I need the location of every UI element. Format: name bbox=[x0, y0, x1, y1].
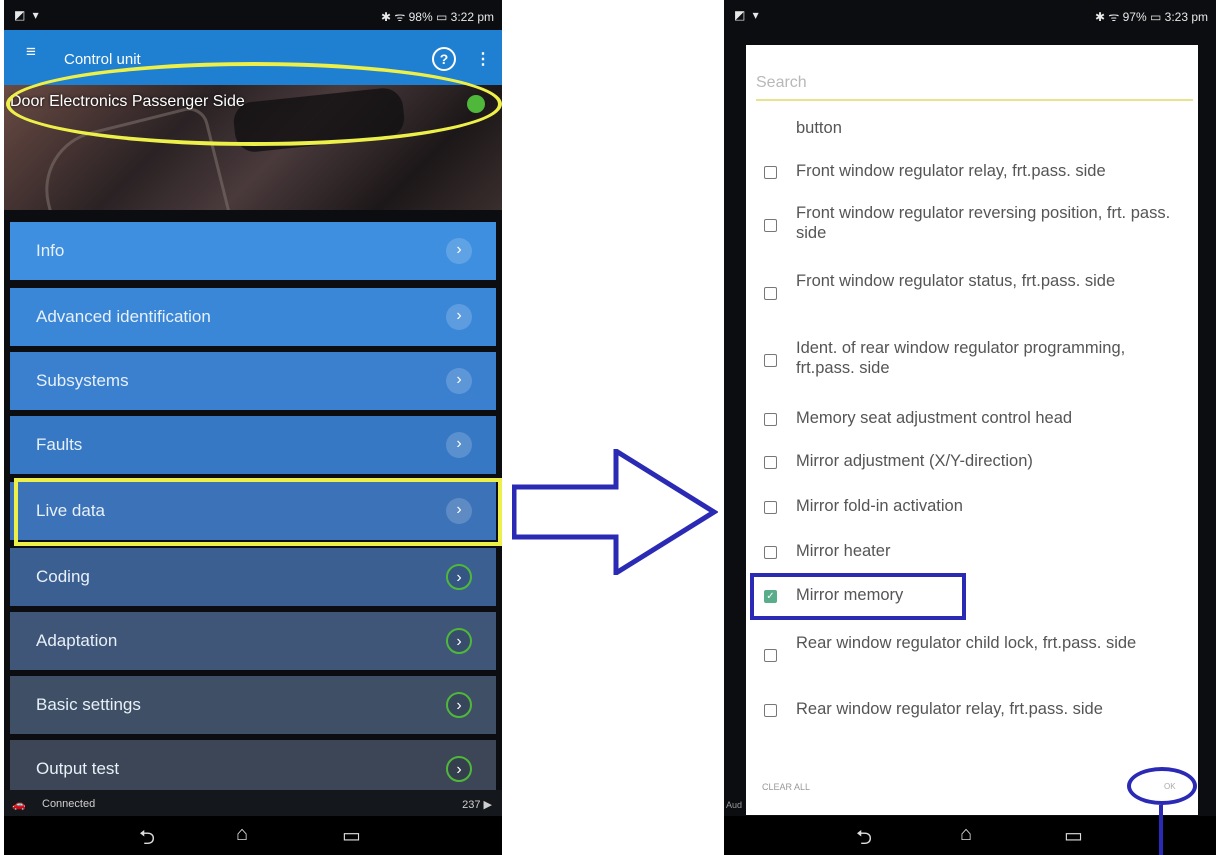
connection-footer: 🚗 Connected 237 ▶ bbox=[4, 790, 502, 816]
menu-item-faults[interactable]: Faults › bbox=[10, 416, 496, 474]
chevron-right-icon: › bbox=[446, 564, 472, 590]
list-item-label: Rear window regulator relay, frt.pass. s… bbox=[796, 700, 1103, 718]
menu-item-subsystems[interactable]: Subsystems › bbox=[10, 352, 496, 410]
menu-item-label: Coding bbox=[36, 567, 90, 586]
frame-counter: 237 ▶ bbox=[462, 799, 492, 811]
checkbox[interactable] bbox=[764, 649, 777, 662]
android-nav-bar: ⮌ ⌂ ▭ bbox=[724, 816, 1216, 855]
clear-all-button[interactable]: CLEAR ALL bbox=[762, 782, 810, 792]
more-options-icon[interactable]: ⋮ bbox=[475, 49, 491, 69]
menu-item-label: Subsystems bbox=[36, 371, 129, 390]
checkbox[interactable] bbox=[764, 287, 777, 300]
app-title: Control unit bbox=[64, 51, 141, 68]
checkbox[interactable] bbox=[764, 354, 777, 367]
chevron-right-icon: › bbox=[446, 692, 472, 718]
checkbox[interactable] bbox=[764, 166, 777, 179]
live-data-highlight-annotation bbox=[14, 478, 502, 546]
status-right: ✱ ᯤ 98% ▭ 3:22 pm bbox=[380, 10, 494, 24]
recent-apps-icon[interactable]: ▭ bbox=[342, 823, 361, 848]
chevron-right-icon: › bbox=[446, 238, 472, 264]
menu-item-label: Advanced identification bbox=[36, 307, 211, 326]
chevron-right-icon: › bbox=[446, 628, 472, 654]
android-nav-bar: ⮌ ⌂ ▭ bbox=[4, 816, 502, 855]
checkbox[interactable] bbox=[764, 501, 777, 514]
checkbox[interactable] bbox=[764, 456, 777, 469]
live-data-selection-dialog: Search button Front window regulator rel… bbox=[746, 45, 1198, 815]
home-icon[interactable]: ⌂ bbox=[960, 823, 972, 846]
menu-item-label: Faults bbox=[36, 435, 83, 454]
annotation-pointer-line bbox=[1159, 805, 1163, 855]
chevron-right-icon: › bbox=[446, 432, 472, 458]
list-item-label: Rear window regulator child lock, frt.pa… bbox=[796, 634, 1137, 652]
mirror-memory-highlight-annotation bbox=[750, 573, 966, 620]
list-item-label: Front window regulator reversing positio… bbox=[796, 204, 1171, 242]
checkbox[interactable] bbox=[764, 546, 777, 559]
menu-item-adaptation[interactable]: Adaptation › bbox=[10, 612, 496, 670]
recent-apps-icon[interactable]: ▭ bbox=[1064, 823, 1083, 848]
left-phone-screen: ◩ ▾ ✱ ᯤ 98% ▭ 3:22 pm ≡ Control unit ? ⋮… bbox=[4, 0, 502, 855]
list-item-label: Front window regulator relay, frt.pass. … bbox=[796, 162, 1106, 180]
menu-item-label: Output test bbox=[36, 759, 120, 778]
help-icon[interactable]: ? bbox=[432, 47, 456, 71]
menu-item-label: Adaptation bbox=[36, 631, 118, 650]
connection-status: Connected bbox=[42, 798, 96, 810]
chevron-right-icon: › bbox=[446, 304, 472, 330]
menu-item-label: Info bbox=[36, 241, 65, 260]
notification-icons: ◩ ▾ bbox=[734, 8, 761, 22]
list-item-label: button bbox=[796, 119, 842, 137]
status-right: ✱ ᯤ 97% ▭ 3:23 pm bbox=[1094, 10, 1208, 24]
checkbox[interactable] bbox=[764, 413, 777, 426]
list-item-label: Ident. of rear window regulator programm… bbox=[796, 339, 1126, 377]
right-phone-screen: ◩ ▾ ✱ ᯤ 97% ▭ 3:23 pm Search button Fron… bbox=[724, 0, 1216, 855]
back-icon[interactable]: ⮌ bbox=[856, 823, 872, 855]
list-item-label: Mirror adjustment (X/Y-direction) bbox=[796, 452, 1033, 470]
menu-item-label: Basic settings bbox=[36, 695, 141, 714]
list-item-label: Mirror fold-in activation bbox=[796, 497, 963, 515]
dimmed-footer-text: Aud bbox=[726, 800, 743, 810]
back-icon[interactable]: ⮌ bbox=[139, 823, 155, 855]
header-highlight-annotation bbox=[6, 62, 502, 146]
search-input[interactable]: Search bbox=[756, 75, 1193, 101]
car-icon: 🚗 bbox=[12, 799, 26, 811]
status-bar: ◩ ▾ ✱ ᯤ 97% ▭ 3:23 pm bbox=[724, 0, 1216, 30]
menu-item-info[interactable]: Info › bbox=[10, 222, 496, 280]
list-item-label: Mirror heater bbox=[796, 542, 891, 560]
transition-arrow bbox=[512, 449, 718, 575]
menu-item-coding[interactable]: Coding › bbox=[10, 548, 496, 606]
menu-item-advanced-identification[interactable]: Advanced identification › bbox=[10, 288, 496, 346]
list-item-label: Memory seat adjustment control head bbox=[796, 409, 1073, 427]
chevron-right-icon: › bbox=[446, 756, 472, 782]
status-bar: ◩ ▾ ✱ ᯤ 98% ▭ 3:22 pm bbox=[4, 0, 502, 30]
menu-icon[interactable]: ≡ bbox=[26, 42, 36, 62]
home-icon[interactable]: ⌂ bbox=[236, 823, 248, 846]
notification-icons: ◩ ▾ bbox=[14, 8, 41, 22]
ok-highlight-annotation bbox=[1127, 767, 1197, 805]
menu-item-basic-settings[interactable]: Basic settings › bbox=[10, 676, 496, 734]
list-item-label: Front window regulator status, frt.pass.… bbox=[796, 272, 1116, 290]
checkbox[interactable] bbox=[764, 219, 777, 232]
chevron-right-icon: › bbox=[446, 368, 472, 394]
checkbox[interactable] bbox=[764, 704, 777, 717]
